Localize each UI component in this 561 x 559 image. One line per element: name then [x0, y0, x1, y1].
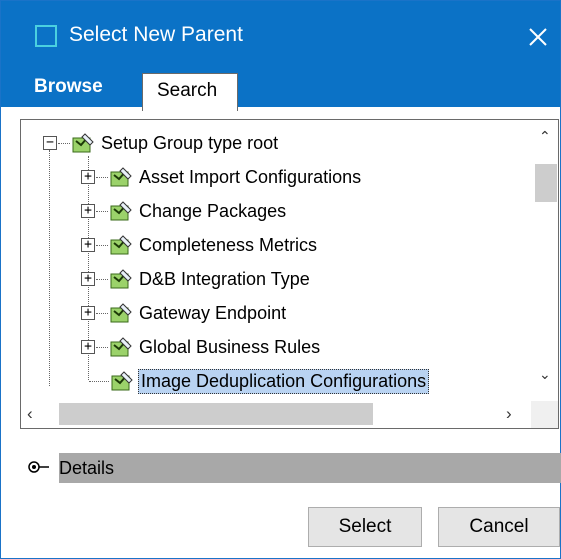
- tree-node[interactable]: + Change Packages: [81, 198, 288, 224]
- cancel-button[interactable]: Cancel: [438, 507, 560, 547]
- window-icon: [35, 25, 57, 47]
- scroll-up-icon[interactable]: ⌃: [539, 128, 551, 145]
- tree-node-selected[interactable]: Image Deduplication Configurations: [88, 368, 430, 394]
- expand-icon[interactable]: +: [81, 340, 95, 354]
- scroll-thumb[interactable]: [535, 164, 557, 202]
- tree-node[interactable]: + D&B Integration Type: [81, 266, 312, 292]
- tab-search[interactable]: Search: [142, 73, 238, 111]
- setup-group-icon: [110, 269, 132, 289]
- tree-node-label: Setup Group type root: [101, 132, 279, 153]
- setup-group-icon: [110, 303, 132, 323]
- setup-group-icon: [110, 235, 132, 255]
- tree-node[interactable]: + Asset Import Configurations: [81, 164, 363, 190]
- tree-node[interactable]: + Gateway Endpoint: [81, 300, 288, 326]
- scroll-right-icon[interactable]: ›: [506, 404, 512, 424]
- scroll-down-icon[interactable]: ⌄: [539, 366, 551, 383]
- setup-group-icon: [110, 201, 132, 221]
- dialog-title: Select New Parent: [69, 23, 243, 46]
- setup-group-icon: [110, 337, 132, 357]
- tree-node[interactable]: + Completeness Metrics: [81, 232, 319, 258]
- select-button[interactable]: Select: [308, 507, 422, 547]
- expand-icon[interactable]: +: [81, 272, 95, 286]
- title-bar[interactable]: Select New Parent: [1, 1, 560, 73]
- details-label[interactable]: Details: [59, 453, 561, 483]
- horizontal-scrollbar[interactable]: ‹ ›: [20, 401, 532, 429]
- scroll-thumb[interactable]: [59, 403, 373, 425]
- scrollbar-corner: [531, 401, 559, 429]
- setup-group-icon: [110, 167, 132, 187]
- setup-group-icon: [72, 133, 94, 153]
- tab-browse[interactable]: Browse: [18, 73, 135, 107]
- close-button[interactable]: [517, 15, 559, 59]
- tree-node-label: D&B Integration Type: [139, 268, 310, 289]
- tree-node-label: Global Business Rules: [139, 336, 321, 357]
- expand-icon[interactable]: +: [81, 204, 95, 218]
- details-section[interactable]: Details: [21, 451, 561, 483]
- expand-icon[interactable]: +: [81, 238, 95, 252]
- tree-node-root[interactable]: − Setup Group type root: [43, 130, 280, 156]
- parent-tree[interactable]: − Setup Group type root + Asset Import C…: [20, 119, 532, 402]
- tree-node-label: Asset Import Configurations: [139, 166, 362, 187]
- tree-node-label: Completeness Metrics: [139, 234, 318, 255]
- tree-node-label: Image Deduplication Configurations: [138, 368, 430, 394]
- setup-group-icon: [111, 371, 133, 391]
- scroll-left-icon[interactable]: ‹: [27, 404, 33, 424]
- collapse-icon[interactable]: −: [43, 136, 57, 150]
- vertical-scrollbar[interactable]: ⌃ ⌄: [531, 119, 559, 402]
- tree-node-label: Gateway Endpoint: [139, 302, 287, 323]
- expand-icon[interactable]: +: [81, 170, 95, 184]
- tree-node-label: Change Packages: [139, 200, 287, 221]
- tree-node[interactable]: + Global Business Rules: [81, 334, 322, 360]
- close-icon: [529, 28, 547, 46]
- select-new-parent-dialog: Select New Parent Browse Search − Setup …: [0, 0, 561, 559]
- expand-icon[interactable]: +: [81, 306, 95, 320]
- expand-details-icon[interactable]: [27, 459, 57, 475]
